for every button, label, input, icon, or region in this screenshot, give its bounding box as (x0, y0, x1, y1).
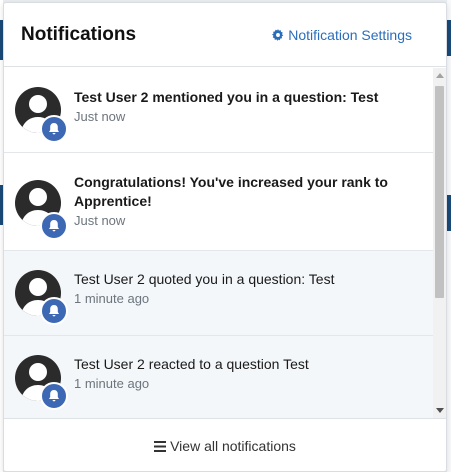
background-accent-bar (447, 20, 451, 56)
notification-list: Test User 2 mentioned you in a question:… (4, 68, 433, 418)
notification-item[interactable]: Test User 2 reacted to a question Test 1… (4, 336, 433, 418)
bell-icon (40, 115, 68, 143)
notification-time: Just now (74, 109, 126, 124)
notifications-scrollbar[interactable] (433, 68, 446, 418)
notification-message: Test User 2 quoted you in a question: Te… (74, 271, 335, 287)
notification-settings-link[interactable]: Notification Settings (272, 27, 412, 43)
avatar-container (4, 251, 74, 335)
notifications-dropdown: Notifications Notification Settings Test… (3, 2, 447, 472)
notification-message: Test User 2 reacted to a question Test (74, 356, 309, 372)
notification-item[interactable]: Test User 2 mentioned you in a question:… (4, 68, 433, 153)
notifications-scroll-area[interactable]: Test User 2 mentioned you in a question:… (4, 68, 446, 418)
avatar-container (4, 336, 74, 418)
scroll-down-arrow-icon[interactable] (436, 408, 444, 413)
notification-time: 1 minute ago (74, 376, 150, 391)
scroll-up-arrow-icon[interactable] (436, 73, 444, 78)
scrollbar-thumb[interactable] (435, 86, 444, 298)
bell-icon (40, 382, 68, 410)
bell-icon (40, 297, 68, 325)
dropdown-caret (226, 3, 240, 9)
notification-text: Test User 2 mentioned you in a question:… (74, 68, 388, 152)
notification-text: Congratulations! You've increased your r… (74, 153, 433, 250)
gear-icon (272, 28, 284, 41)
notification-item[interactable]: Test User 2 quoted you in a question: Te… (4, 251, 433, 336)
bars-icon (154, 440, 167, 452)
avatar-container (4, 153, 74, 250)
avatar-container (4, 68, 74, 152)
notification-message: Congratulations! You've increased your r… (74, 174, 388, 209)
notification-time: 1 minute ago (74, 291, 150, 306)
background-accent-bar (447, 195, 451, 231)
view-all-label: View all notifications (170, 438, 296, 454)
settings-link-label: Notification Settings (288, 26, 412, 43)
view-all-notifications-link[interactable]: View all notifications (4, 418, 446, 471)
notifications-header: Notifications Notification Settings (4, 3, 446, 67)
notification-text: Test User 2 quoted you in a question: Te… (74, 251, 344, 335)
bell-icon (40, 212, 68, 240)
panel-title: Notifications (21, 23, 137, 45)
notification-text: Test User 2 reacted to a question Test 1… (74, 336, 319, 418)
notification-time: Just now (74, 213, 126, 228)
background-page-edge-right (447, 0, 451, 472)
notification-message: Test User 2 mentioned you in a question:… (74, 89, 379, 105)
notification-item[interactable]: Congratulations! You've increased your r… (4, 153, 433, 251)
